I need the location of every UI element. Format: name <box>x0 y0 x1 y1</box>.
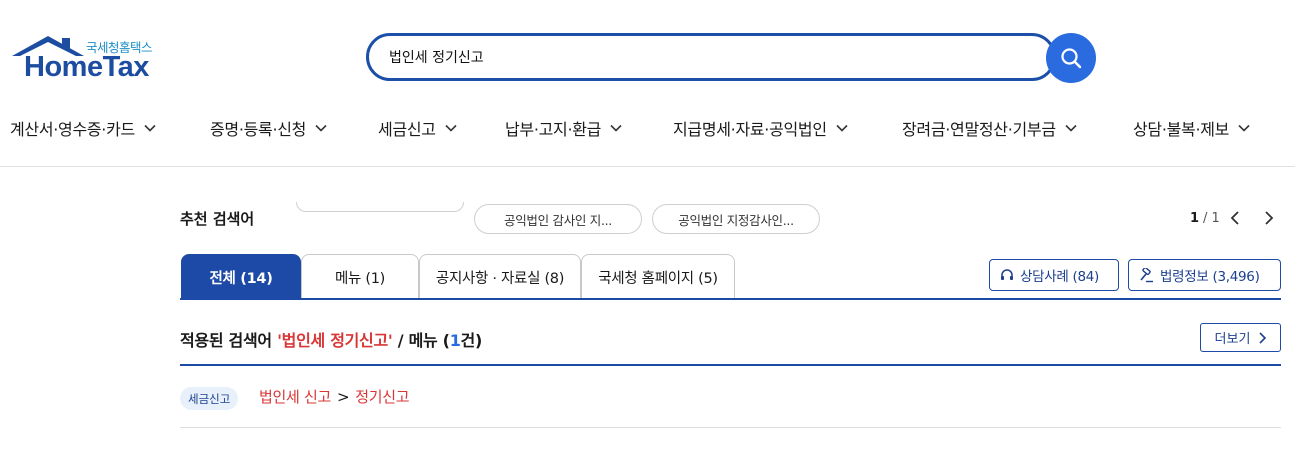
result-suffix: 건) <box>460 331 483 350</box>
gnb-item-payment[interactable]: 납부·고지·환급 <box>505 116 623 140</box>
result-middle: / 메뉴 ( <box>392 331 450 350</box>
gnb-item-invoice[interactable]: 계산서·영수증·카드 <box>10 116 157 140</box>
chevron-down-icon <box>315 124 327 132</box>
recommended-pill[interactable]: 공익법인 지정감사인... <box>652 204 820 234</box>
gnb-item-label: 세금신고 <box>378 120 436 139</box>
gnb-divider <box>0 166 1295 167</box>
gnb-item-certificate[interactable]: 증명·등록·신청 <box>210 116 328 140</box>
more-button[interactable]: 더보기 <box>1200 323 1281 352</box>
headset-icon <box>1001 269 1013 280</box>
chevron-down-icon <box>1238 124 1250 132</box>
pager-current: 1 <box>1190 210 1200 226</box>
tab-all[interactable]: 전체 (14) <box>181 254 301 300</box>
result-keyword: '법인세 정기신고' <box>277 331 393 350</box>
gnb-item-label: 납부·고지·환급 <box>505 120 602 139</box>
search-icon <box>1061 48 1082 69</box>
recommended-title: 추천 검색어 <box>180 210 255 228</box>
tab-nts-homepage[interactable]: 국세청 홈페이지 (5) <box>581 254 735 300</box>
recommended-pager: 1 / 1 <box>1190 206 1285 230</box>
gnb-item-label: 장려금·연말정산·기부금 <box>902 120 1056 139</box>
recommended-pill[interactable]: 공익법인 감사인 지... <box>474 204 642 234</box>
result-title: 적용된 검색어 '법인세 정기신고' / 메뉴 (1건) <box>180 327 482 351</box>
result-prefix: 적용된 검색어 <box>180 331 278 350</box>
search-box <box>366 33 1056 81</box>
more-button-label: 더보기 <box>1214 332 1251 347</box>
chevron-down-icon <box>445 124 457 132</box>
result-divider <box>180 364 1281 366</box>
tab-notice[interactable]: 공지사항 · 자료실 (8) <box>419 254 581 300</box>
chevron-down-icon <box>144 124 156 132</box>
gnb-item-incentive[interactable]: 장려금·연말정산·기부금 <box>902 116 1078 140</box>
chevron-right-icon <box>1259 331 1267 344</box>
hometax-logo[interactable]: 국세청홈택스 HomeTax <box>10 34 170 84</box>
chevron-down-icon <box>1065 124 1077 132</box>
crumb-separator: > <box>336 388 350 406</box>
result-bottom-divider <box>180 427 1281 428</box>
gnb-item-label: 증명·등록·신청 <box>210 120 307 139</box>
law-info-button[interactable]: 법령정보 (3,496) <box>1128 259 1281 291</box>
chevron-left-icon <box>1230 211 1239 225</box>
tab-menu[interactable]: 메뉴 (1) <box>301 254 419 300</box>
gnb-item-tax-report[interactable]: 세금신고 <box>378 116 458 140</box>
gnb-item-consult[interactable]: 상담·불복·제보 <box>1133 116 1251 140</box>
tab-underline <box>180 298 1281 300</box>
crumb-corporate-tax-link[interactable]: 법인세 신고 <box>259 388 331 406</box>
gnb-item-label: 지급명세·자료·공익법인 <box>673 120 827 139</box>
gavel-icon <box>1140 267 1153 282</box>
search-input[interactable] <box>389 45 989 69</box>
recommended-pill-empty <box>296 202 464 212</box>
consult-cases-label: 상담사례 (84) <box>1020 269 1099 285</box>
chevron-down-icon <box>836 124 848 132</box>
crumb-regular-report-link[interactable]: 정기신고 <box>355 388 409 406</box>
consult-cases-button[interactable]: 상담사례 (84) <box>989 259 1119 291</box>
search-button[interactable] <box>1046 33 1096 83</box>
gnb-item-label: 계산서·영수증·카드 <box>10 120 135 139</box>
chevron-right-icon <box>1265 211 1274 225</box>
law-info-label: 법령정보 (3,496) <box>1160 269 1260 285</box>
category-badge: 세금신고 <box>180 387 239 410</box>
pager-next-button[interactable] <box>1260 207 1278 229</box>
result-count: 1 <box>449 331 461 350</box>
chevron-down-icon <box>610 124 622 132</box>
gnb-item-label: 상담·불복·제보 <box>1133 120 1230 139</box>
gnb-item-payment-statement[interactable]: 지급명세·자료·공익법인 <box>673 116 849 140</box>
pager-total: / 1 <box>1203 210 1220 226</box>
pager-prev-button[interactable] <box>1226 207 1244 229</box>
logo-title: HomeTax <box>24 51 149 83</box>
result-breadcrumb: 법인세 신고 > 정기신고 <box>259 386 410 407</box>
global-nav: 계산서·영수증·카드 증명·등록·신청 세금신고 납부·고지·환급 지급명세·자… <box>0 108 1295 148</box>
